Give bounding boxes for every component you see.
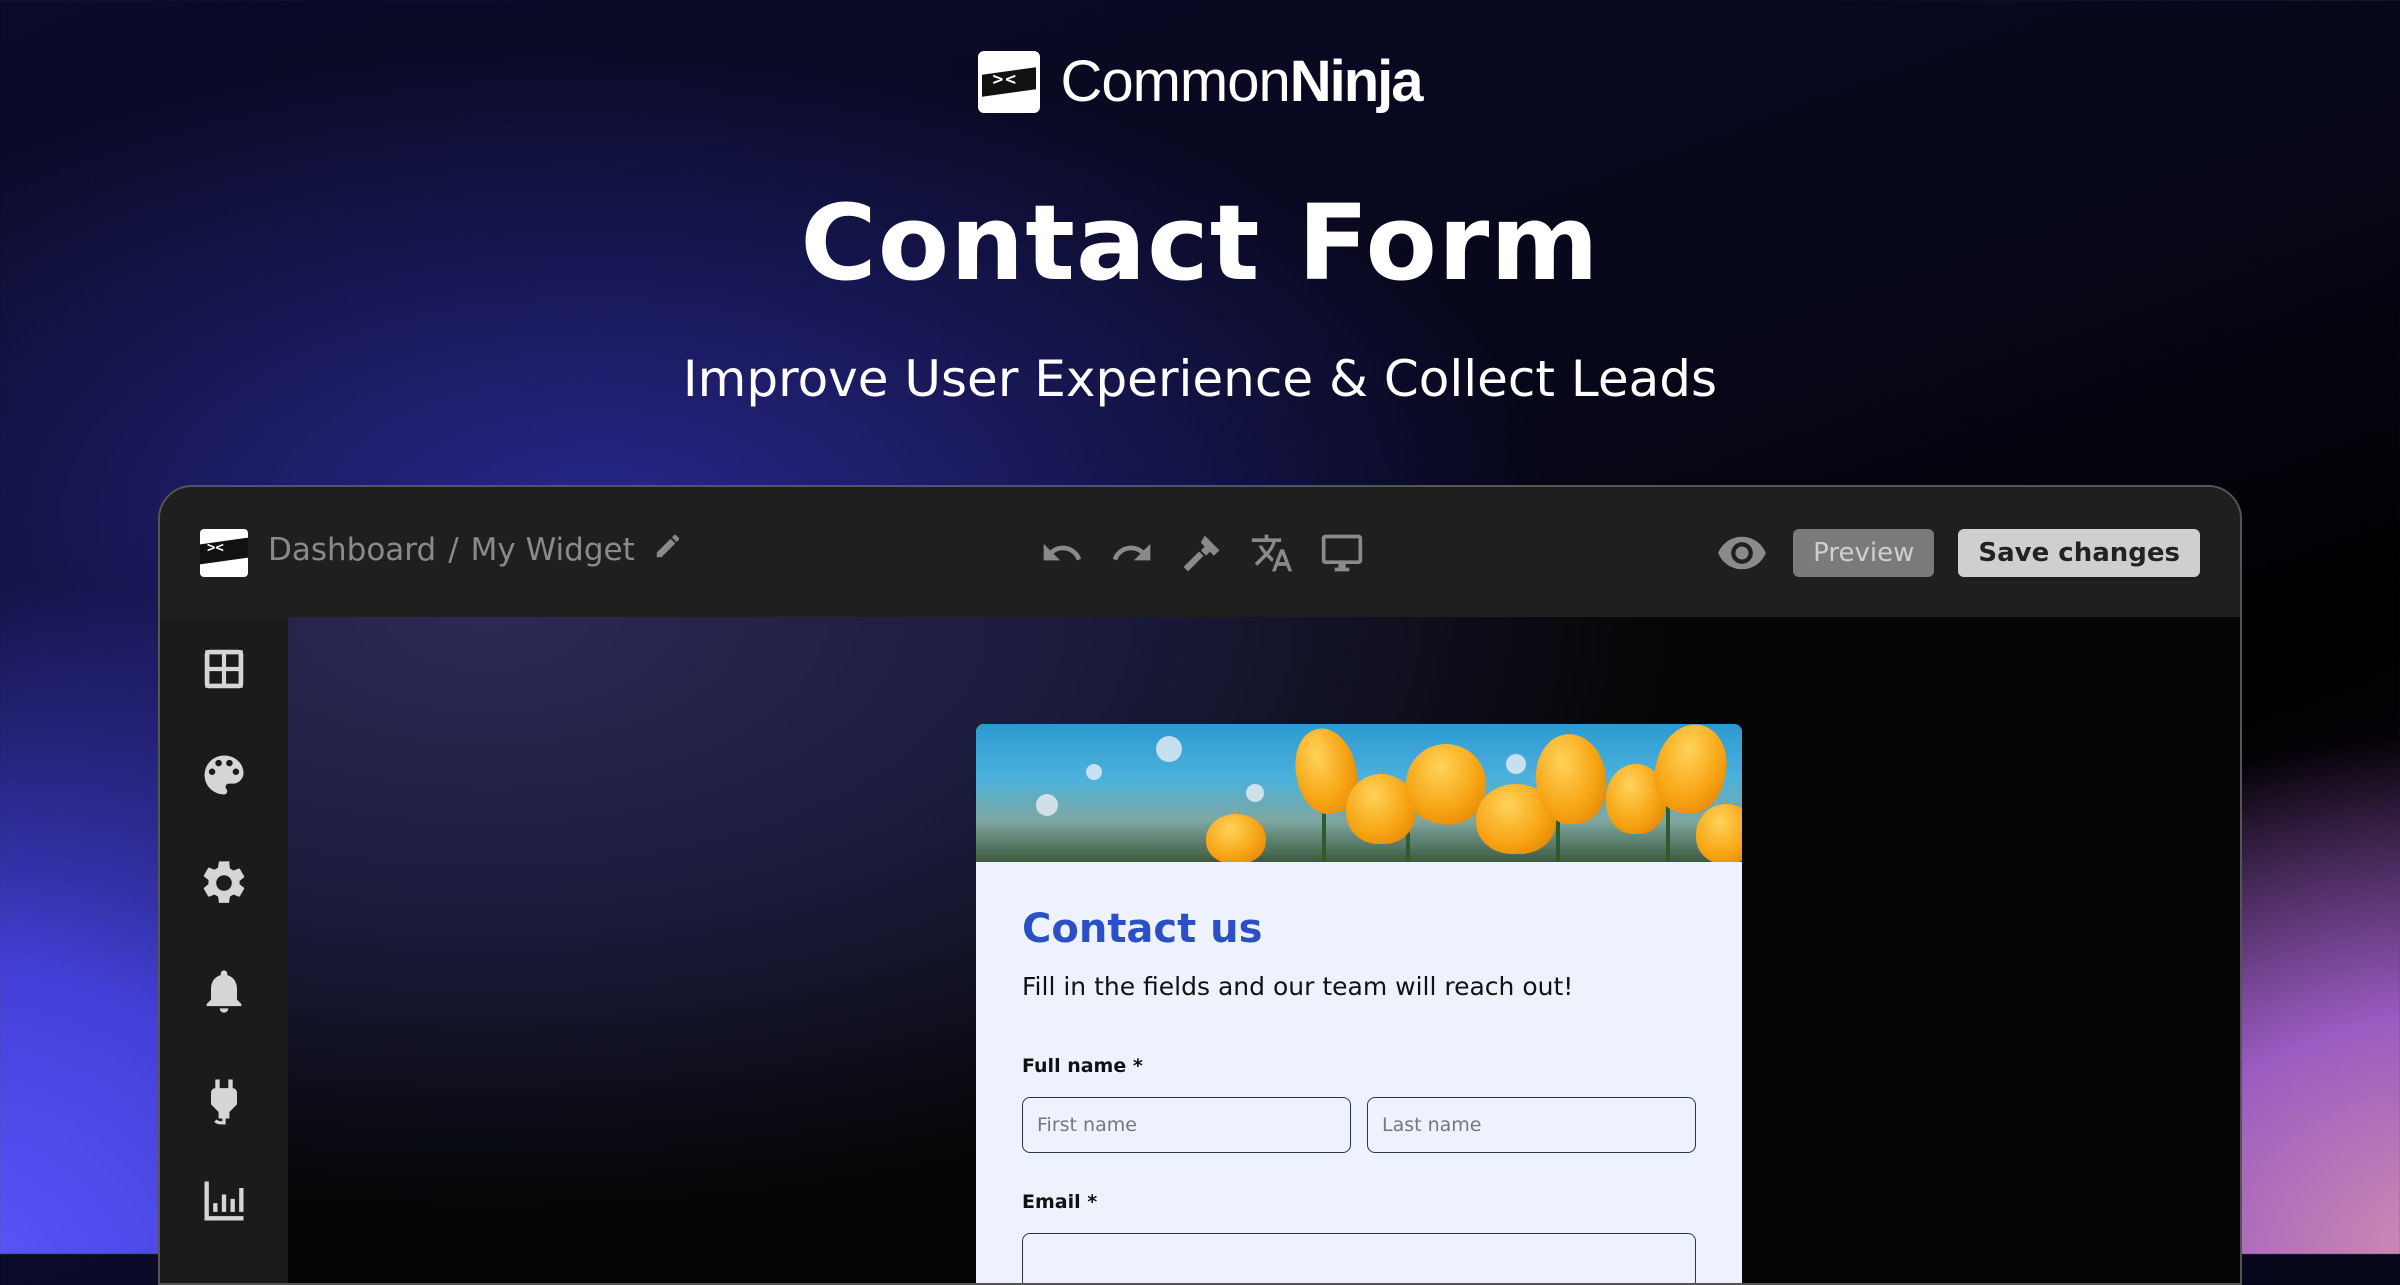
chart-icon[interactable]	[198, 1175, 250, 1227]
breadcrumb: Dashboard / My Widget	[268, 531, 683, 569]
preview-button[interactable]: Preview	[1793, 529, 1935, 577]
email-input[interactable]	[1022, 1233, 1696, 1283]
form-description: Fill in the fields and our team will rea…	[1022, 972, 1574, 1001]
full-name-label: Full name *	[1022, 1055, 1143, 1077]
ninja-logo-icon: ><	[978, 50, 1041, 113]
breadcrumb-separator: /	[448, 532, 459, 568]
form-title: Contact us	[1022, 906, 1263, 952]
brand-name: CommonNinja	[1060, 49, 1423, 114]
undo-icon[interactable]	[1038, 529, 1086, 577]
pencil-icon[interactable]	[653, 531, 683, 569]
plug-icon[interactable]	[198, 1073, 250, 1125]
bell-icon[interactable]	[198, 965, 250, 1017]
first-name-input[interactable]	[1022, 1097, 1351, 1153]
breadcrumb-dashboard[interactable]: Dashboard	[268, 532, 436, 568]
hammer-icon[interactable]	[1178, 529, 1226, 577]
last-name-input[interactable]	[1367, 1097, 1696, 1153]
palette-icon[interactable]	[198, 749, 250, 801]
breadcrumb-current: My Widget	[470, 532, 635, 568]
contact-form-widget: Contact us Fill in the fields and our te…	[976, 724, 1742, 1283]
gear-icon[interactable]	[198, 857, 250, 909]
save-changes-button[interactable]: Save changes	[1958, 529, 2200, 577]
editor-sidebar	[160, 617, 288, 1283]
editor-window: >< Dashboard / My Widget Preview Save ch…	[158, 485, 2242, 1285]
editor-topbar: >< Dashboard / My Widget Preview Save ch…	[160, 487, 2240, 617]
topbar-actions: Preview Save changes	[1715, 529, 2200, 577]
hero-subtitle: Improve User Experience & Collect Leads	[682, 350, 1718, 408]
translate-icon[interactable]	[1248, 529, 1296, 577]
form-body: Contact us Fill in the fields and our te…	[976, 862, 1742, 1283]
desktop-icon[interactable]	[1318, 529, 1366, 577]
layout-icon[interactable]	[198, 643, 250, 695]
editor-canvas: Contact us Fill in the fields and our te…	[288, 617, 2240, 1283]
flower-banner-image	[976, 724, 1742, 862]
email-label: Email *	[1022, 1191, 1098, 1213]
editor-tools	[1038, 529, 1366, 577]
ninja-logo-icon[interactable]: ><	[200, 529, 248, 577]
eye-icon[interactable]	[1715, 529, 1769, 577]
redo-icon[interactable]	[1108, 529, 1156, 577]
full-name-row	[1022, 1097, 1696, 1153]
hero-title: Contact Form	[800, 182, 1600, 304]
brand-header: >< CommonNinja	[0, 48, 2400, 115]
